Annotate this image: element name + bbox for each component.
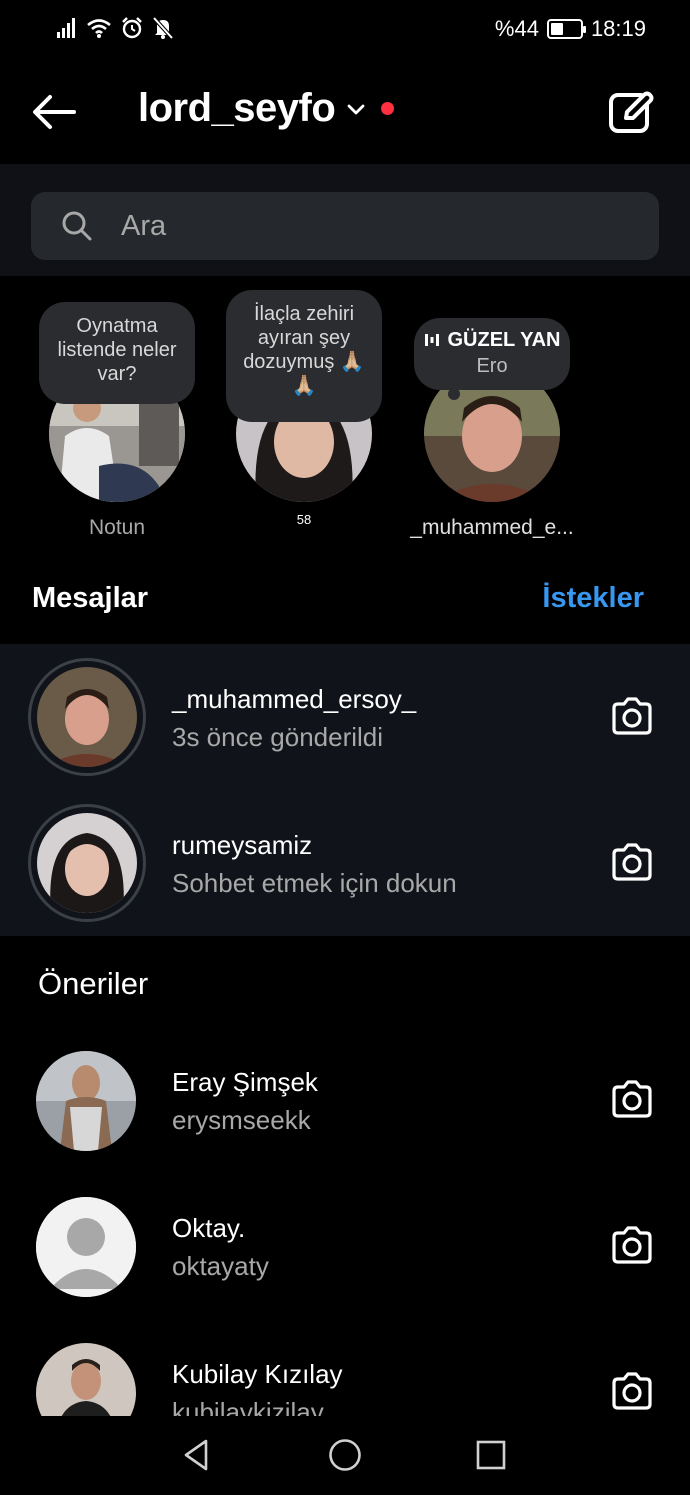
avatar [28,658,146,776]
avatar [28,804,146,922]
suggestion-name: Oktay. [172,1213,246,1243]
battery-icon [546,19,586,39]
notes-tray: Oynatma listende neler var? Notun İlaçla… [0,276,690,556]
signal-icon [57,18,75,38]
account-switcher[interactable]: lord_seyfo [138,86,395,131]
battery-level-fill [550,23,564,35]
notification-dot [381,102,395,115]
note-bubble: GÜZEL YAN Ero [414,318,570,390]
chevron-down-icon [347,104,365,114]
suggestion-username: kubilaykizilay [172,1397,324,1416]
camera-icon[interactable] [610,1371,654,1411]
header: lord_seyfo [0,60,690,164]
search-area [0,164,690,276]
conversation-name: rumeysamiz [172,830,313,860]
requests-link[interactable]: İstekler [542,582,644,615]
camera-icon[interactable] [610,842,654,882]
battery-percent: %44 [494,16,539,41]
suggestion-username: erysmseekk [172,1105,311,1135]
avatar [36,1051,136,1151]
note-label: _muhammed_e... [410,516,574,539]
search-bar[interactable] [31,192,659,260]
messages-title: Mesajlar [32,582,149,614]
nav-back-icon[interactable] [180,1438,214,1472]
back-arrow-icon[interactable] [30,92,78,132]
messages-list: _muhammed_ersoy_ 3s önce gönderildi rume… [0,644,690,936]
conversation-row[interactable]: _muhammed_ersoy_ 3s önce gönderildi [0,644,690,790]
music-bars-icon [424,334,439,346]
note-label: 58 [296,512,312,527]
avatar-photo [36,1343,136,1416]
wifi-icon [87,19,111,38]
note-text: Oynatma listende neler var? [57,315,177,385]
suggestion-row[interactable]: Eray Şimşek erysmseekk [0,1027,690,1173]
conversation-status: 3s önce gönderildi [172,722,384,752]
note-bubble: Oynatma listende neler var? [39,302,195,404]
clock: 18:19 [590,16,646,41]
alarm-icon [122,17,142,39]
nav-recents-icon[interactable] [474,1438,508,1472]
suggestions-title: Öneriler [38,966,149,1001]
avatar-photo [36,1051,136,1151]
note-label: Notun [88,516,146,539]
suggestion-row[interactable]: Oktay. oktayaty [0,1173,690,1319]
suggestion-name: Eray Şimşek [172,1067,318,1097]
conversation-row[interactable]: rumeysamiz Sohbet etmek için dokun [0,790,690,936]
suggestion-name: Kubilay Kızılay [172,1359,343,1389]
song-title: GÜZEL YAN [447,329,561,351]
camera-icon[interactable] [610,696,654,736]
avatar-photo [37,813,137,913]
mute-icon [152,16,174,40]
camera-icon[interactable] [610,1225,654,1265]
suggestion-row[interactable]: Kubilay Kızılay kubilaykizilay [0,1319,690,1416]
suggestions-list: Öneriler Eray Şimşek erysmseekk Oktay. o… [0,936,690,1416]
nav-home-icon[interactable] [328,1438,362,1472]
status-bar: %44 18:19 [0,0,690,60]
compose-icon[interactable] [608,88,654,134]
status-right: %44 18:19 [495,16,646,42]
search-icon [62,211,92,241]
system-nav-bar [0,1416,690,1495]
conversation-status: Sohbet etmek için dokun [172,868,457,898]
bubble-tail [448,388,460,400]
avatar-photo [37,667,137,767]
suggestion-username: oktayaty [172,1251,269,1281]
search-input[interactable] [121,209,601,243]
conversation-name: _muhammed_ersoy_ [172,684,417,714]
camera-icon[interactable] [610,1079,654,1119]
avatar [36,1343,136,1416]
note-text: İlaçla zehiri ayıran şey dozuymuş 🙏🏼🙏🏼 [243,303,365,397]
default-avatar-icon [36,1197,136,1297]
avatar [36,1197,136,1297]
status-icons [56,16,174,40]
song-artist: Ero [476,355,508,377]
username-title: lord_seyfo [138,86,336,130]
messages-header: Mesajlar İstekler [32,582,658,615]
note-bubble: İlaçla zehiri ayıran şey dozuymuş 🙏🏼🙏🏼 [226,290,382,422]
